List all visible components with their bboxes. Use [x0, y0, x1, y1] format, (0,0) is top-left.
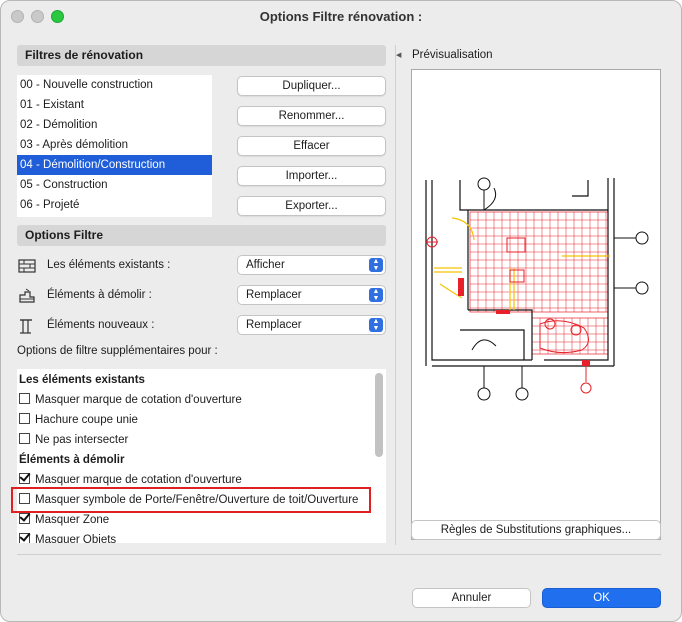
existing-elements-icon	[18, 259, 36, 273]
existing-elements-select[interactable]: Afficher ▲ ▼	[237, 255, 386, 275]
preview-pane	[411, 69, 661, 540]
renovation-filter-list[interactable]: 00 - Nouvelle construction 01 - Existant…	[17, 75, 212, 217]
filter-item[interactable]: 03 - Après démolition	[17, 135, 212, 155]
new-elements-icon	[20, 319, 32, 334]
filter-options-header: Options Filtre	[17, 225, 386, 246]
checkbox-item[interactable]: Ne pas intersecter	[19, 432, 128, 448]
demolish-group-title: Éléments à démolir	[19, 454, 125, 466]
export-button[interactable]: Exporter...	[237, 196, 386, 216]
checkbox-label: Masquer marque de cotation d'ouverture	[35, 474, 242, 486]
preview-label: Prévisualisation	[412, 49, 493, 61]
checkbox[interactable]	[19, 393, 30, 404]
title-bar: Options Filtre rénovation :	[1, 1, 681, 31]
options-dialog: Options Filtre rénovation : Filtres de r…	[0, 0, 682, 622]
existing-group-title: Les éléments existants	[19, 374, 145, 386]
collapse-arrow-icon[interactable]: ◀	[396, 51, 401, 59]
checkbox[interactable]	[19, 433, 30, 444]
checkbox-label: Masquer marque de cotation d'ouverture	[35, 394, 242, 406]
new-elements-value: Remplacer	[246, 319, 302, 331]
pane-splitter[interactable]	[395, 45, 396, 545]
checkbox-checked[interactable]	[19, 473, 30, 484]
chevron-updown-icon: ▲ ▼	[369, 258, 383, 272]
new-elements-label: Éléments nouveaux :	[47, 319, 155, 331]
checkbox-label: Masquer Zone	[35, 514, 110, 526]
extra-options-list: Les éléments existants Masquer marque de…	[17, 369, 386, 543]
duplicate-button[interactable]: Dupliquer...	[237, 76, 386, 96]
new-elements	[434, 217, 610, 310]
ok-button[interactable]: OK	[542, 588, 661, 608]
checkbox-checked[interactable]	[19, 513, 30, 524]
checkbox[interactable]	[19, 413, 30, 424]
demolish-elements-row: Éléments à démolir : Remplacer ▲ ▼	[17, 285, 386, 307]
existing-elements-row: Les éléments existants : Afficher ▲ ▼	[17, 255, 386, 277]
existing-elements-label: Les éléments existants :	[47, 259, 171, 271]
scrollbar-thumb[interactable]	[375, 373, 383, 457]
highlight-box	[11, 487, 371, 513]
checkbox-checked[interactable]	[19, 533, 30, 543]
demolish-elements-icon	[19, 288, 35, 303]
cancel-button[interactable]: Annuler	[412, 588, 531, 608]
existing-elements-value: Afficher	[246, 259, 285, 271]
scrollbar[interactable]	[375, 371, 383, 541]
filter-item[interactable]: 06 - Projeté	[17, 195, 212, 215]
extra-options-note: Options de filtre supplémentaires pour :	[17, 345, 218, 357]
checkbox-label: Masquer Objets	[35, 534, 117, 543]
new-elements-row: Éléments nouveaux : Remplacer ▲ ▼	[17, 315, 386, 337]
filters-section-header: Filtres de rénovation	[17, 45, 386, 66]
annotation-markers	[471, 177, 649, 401]
filter-item-selected[interactable]: 04 - Démolition/Construction	[17, 155, 212, 175]
checkbox-item[interactable]: Masquer marque de cotation d'ouverture	[19, 472, 242, 488]
demolish-elements-label: Éléments à démolir :	[47, 289, 152, 301]
filter-item[interactable]: 00 - Nouvelle construction	[17, 75, 212, 95]
window-title: Options Filtre rénovation :	[259, 9, 423, 24]
floor-plan-preview	[425, 177, 649, 401]
filter-item[interactable]: 01 - Existant	[17, 95, 212, 115]
graphic-override-rules-button[interactable]: Règles de Substitutions graphiques...	[411, 520, 661, 540]
checkbox-label: Hachure coupe unie	[35, 414, 138, 426]
chevron-updown-icon: ▲ ▼	[369, 318, 383, 332]
checkbox-item[interactable]: Masquer Objets	[19, 532, 116, 543]
checkbox-item[interactable]: Masquer Zone	[19, 512, 109, 528]
import-button[interactable]: Importer...	[237, 166, 386, 186]
checkbox-item[interactable]: Hachure coupe unie	[19, 412, 138, 428]
demolish-elements-value: Remplacer	[246, 289, 302, 301]
filter-item[interactable]: 05 - Construction	[17, 175, 212, 195]
checkbox-item[interactable]: Masquer marque de cotation d'ouverture	[19, 392, 242, 408]
new-elements-select[interactable]: Remplacer ▲ ▼	[237, 315, 386, 335]
furniture	[426, 236, 592, 394]
rename-button[interactable]: Renommer...	[237, 106, 386, 126]
demolish-elements-select[interactable]: Remplacer ▲ ▼	[237, 285, 386, 305]
filter-item[interactable]: 02 - Démolition	[17, 115, 212, 135]
footer-separator	[17, 554, 661, 555]
checkbox-label: Ne pas intersecter	[35, 434, 129, 446]
chevron-updown-icon: ▲ ▼	[369, 288, 383, 302]
delete-button[interactable]: Effacer	[237, 136, 386, 156]
